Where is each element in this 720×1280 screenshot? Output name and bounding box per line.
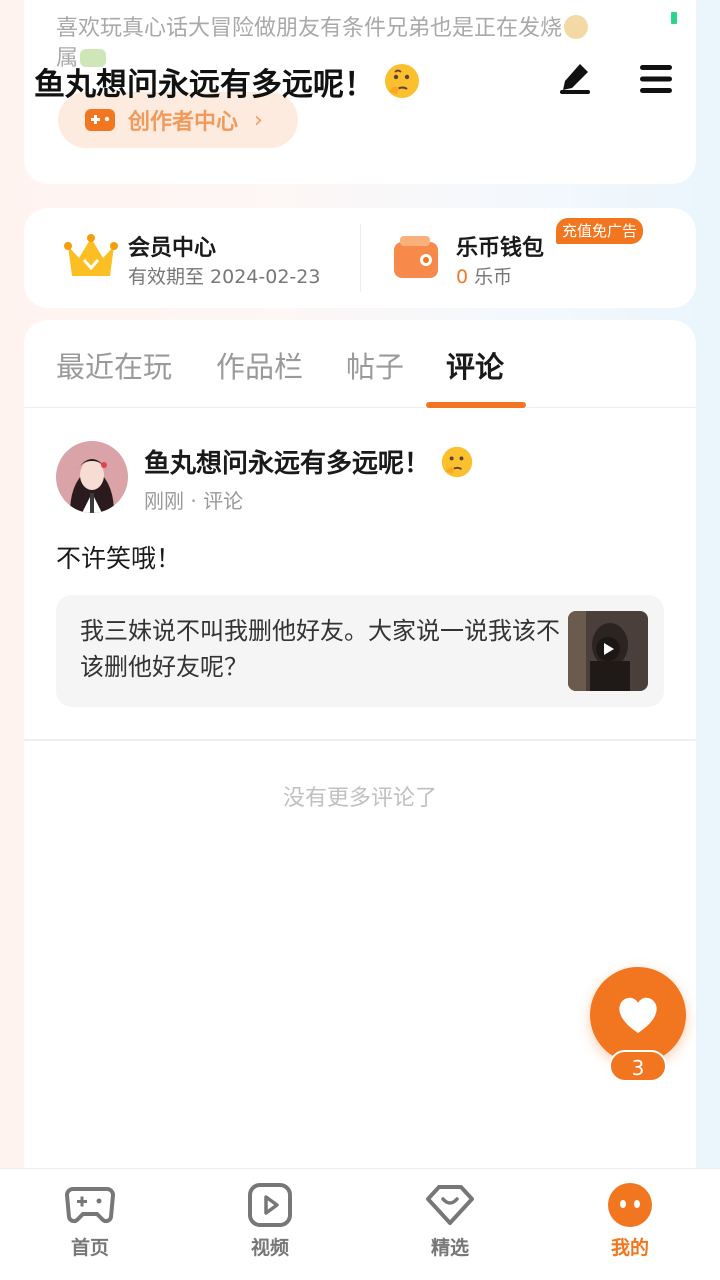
avatar[interactable] <box>56 441 128 513</box>
nav-video[interactable]: 视频 <box>225 1183 315 1260</box>
no-more-comments: 没有更多评论了 <box>282 786 437 811</box>
bottom-nav: 首页 视频 精选 我的 <box>0 1168 720 1280</box>
video-thumbnail[interactable] <box>568 611 648 691</box>
video-play-icon <box>248 1183 292 1227</box>
tab-posts[interactable]: 帖子 <box>346 344 404 386</box>
tab-recently-played[interactable]: 最近在玩 <box>56 344 172 386</box>
face-emoji-icon <box>564 15 589 39</box>
thinking-emoji-icon <box>385 64 419 98</box>
membership-card: 会员中心 有效期至 2024-02-23 乐币钱包 0 乐币 充值免广告 <box>24 208 696 308</box>
thinking-emoji-icon <box>441 446 473 477</box>
comment-item[interactable]: 鱼丸想问永远有多远呢！ 刚刚 · 评论 不许笑哦！ 我三妹说不叫我删他好友。大家… <box>24 409 696 741</box>
wallet-unit: 乐币 <box>474 266 513 288</box>
page-title: 鱼丸想问永远有多远呢！ <box>34 58 421 104</box>
thumbnail-image <box>568 611 648 691</box>
username-title: 鱼丸想问永远有多远呢！ <box>34 66 375 103</box>
nav-mine-label: 我的 <box>610 1237 649 1259</box>
wallet-amount-value: 0 <box>456 266 469 288</box>
wallet-balance: 0 乐币 <box>456 262 512 289</box>
nav-mine[interactable]: 我的 <box>585 1183 675 1260</box>
avatar-image <box>56 441 128 513</box>
wallet-title[interactable]: 乐币钱包 <box>456 230 544 262</box>
heart-diamond-icon <box>426 1185 474 1225</box>
comment-meta: 刚刚 · 评论 <box>144 489 244 513</box>
chevron-right-icon: › <box>254 107 263 133</box>
crown-icon <box>64 234 118 276</box>
comment-text: 不许笑哦！ <box>56 544 182 573</box>
profile-page: 喜欢玩真心话大冒险做朋友有条件兄弟也是正在发烧 属 创作者中心 › 鱼丸想问永远… <box>0 0 720 1280</box>
creator-center-label: 创作者中心 <box>128 110 239 135</box>
member-center-title[interactable]: 会员中心 <box>128 230 216 262</box>
nav-home[interactable]: 首页 <box>45 1183 135 1260</box>
profile-face-icon <box>608 1183 652 1227</box>
comment-author[interactable]: 鱼丸想问永远有多远呢！ <box>144 443 474 480</box>
wallet-icon <box>394 236 438 278</box>
edit-pen-icon[interactable] <box>558 60 594 96</box>
tab-comments[interactable]: 评论 <box>446 344 504 386</box>
tab-works[interactable]: 作品栏 <box>216 344 303 386</box>
quoted-post-text: 我三妹说不叫我删他好友。大家说一说我该不该删他好友呢？ <box>80 617 560 681</box>
bio-text: 喜欢玩真心话大冒险做朋友有条件兄弟也是正在发烧 <box>56 16 563 41</box>
comment-author-name: 鱼丸想问永远有多远呢！ <box>144 449 431 479</box>
quoted-post[interactable]: 我三妹说不叫我删他好友。大家说一说我该不该删他好友呢？ <box>56 595 664 707</box>
menu-icon[interactable] <box>638 62 674 96</box>
status-indicator <box>671 12 677 24</box>
recharge-no-ads-badge[interactable]: 充值免广告 <box>556 218 644 244</box>
profile-tabs: 最近在玩 作品栏 帖子 评论 <box>24 320 696 408</box>
nav-featured[interactable]: 精选 <box>405 1183 495 1260</box>
gamepad-icon <box>85 109 115 131</box>
member-expiry: 有效期至 2024-02-23 <box>128 266 321 288</box>
nav-home-label: 首页 <box>70 1237 109 1259</box>
nav-video-label: 视频 <box>250 1237 289 1259</box>
active-tab-indicator <box>426 402 526 408</box>
nav-featured-label: 精选 <box>430 1237 469 1259</box>
heart-icon <box>619 997 657 1033</box>
gamepad-icon <box>65 1187 115 1224</box>
divider <box>360 224 361 292</box>
like-button[interactable] <box>590 967 686 1063</box>
like-count: 3 <box>609 1050 667 1082</box>
